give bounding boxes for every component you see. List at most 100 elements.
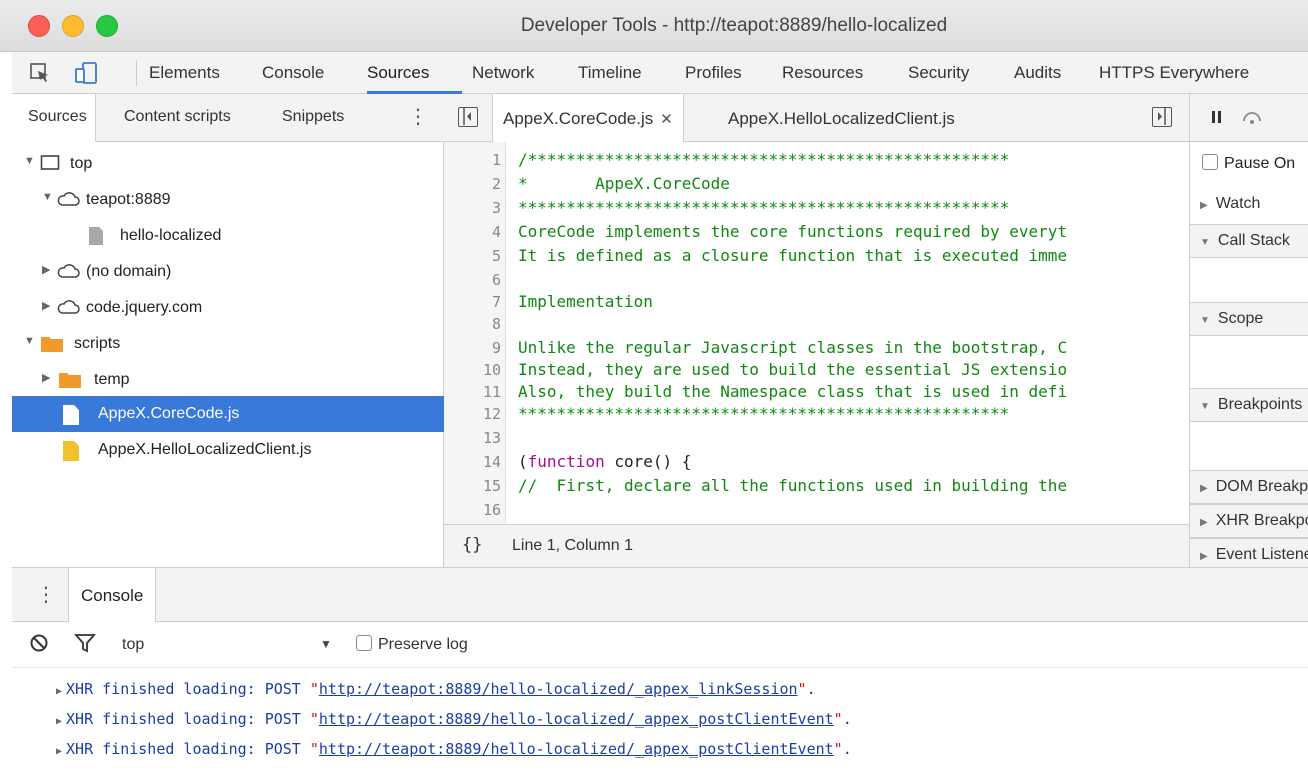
- tree-item-label: (no domain): [86, 263, 172, 280]
- line-number: 15: [482, 477, 501, 495]
- message-link[interactable]: http://teapot:8889/hello-localized/_appe…: [319, 680, 798, 698]
- section-event-listeners[interactable]: ▶ Event Listeners: [1190, 538, 1308, 567]
- inspect-element-icon[interactable]: [28, 61, 52, 90]
- tree-item-hellolocalizedclient-js[interactable]: AppeX.HelloLocalizedClient.js: [12, 432, 444, 468]
- tab-content-scripts[interactable]: Content scripts: [124, 108, 231, 126]
- device-mode-icon[interactable]: [74, 61, 100, 90]
- code-text: * AppeX.CoreCode: [518, 174, 730, 193]
- pause-icon[interactable]: [1210, 109, 1224, 130]
- expand-arrow-icon[interactable]: ▼: [24, 335, 35, 347]
- tab-console[interactable]: Console: [262, 63, 324, 83]
- code-editor[interactable]: 1 /**************************************…: [444, 142, 1189, 524]
- editor-tab-bar: AppeX.CoreCode.js ✕ AppeX.HelloLocalizedC…: [444, 94, 1189, 142]
- pause-on-exceptions-checkbox[interactable]: [1202, 154, 1218, 170]
- tab-navigator-sources[interactable]: Sources: [12, 94, 96, 142]
- pause-on-exceptions-label: Pause On: [1224, 155, 1296, 172]
- tab-audits[interactable]: Audits: [1014, 63, 1061, 83]
- tab-timeline[interactable]: Timeline: [578, 63, 642, 83]
- quote-mark: ": [309, 740, 319, 758]
- section-label: Scope: [1217, 310, 1264, 327]
- cloud-icon: [56, 190, 80, 213]
- toggle-navigator-icon[interactable]: [458, 107, 478, 127]
- tree-item-scripts[interactable]: ▼ scripts: [12, 326, 444, 362]
- tab-sources[interactable]: Sources: [367, 63, 429, 83]
- tree-item-temp[interactable]: ▶ temp: [12, 362, 444, 398]
- context-select[interactable]: top: [122, 636, 144, 654]
- expand-arrow-icon[interactable]: ▶: [56, 746, 62, 757]
- more-options-icon[interactable]: ⋮: [408, 104, 428, 129]
- section-watch[interactable]: ▶ Watch: [1190, 188, 1308, 222]
- code-line: 11 Also, they build the Namespace class t…: [444, 380, 1189, 404]
- code-text: Implementation: [518, 292, 653, 311]
- quote-mark: ": [833, 710, 843, 728]
- tree-item-code-jquery[interactable]: ▶ code.jquery.com: [12, 290, 444, 326]
- code-token: core() {: [604, 452, 692, 471]
- code-line: 5 It is defined as a closure function tha…: [444, 244, 1189, 268]
- message-link[interactable]: http://teapot:8889/hello-localized/_appe…: [319, 740, 834, 758]
- tab-network[interactable]: Network: [472, 63, 534, 83]
- tree-item-no-domain[interactable]: ▶ (no domain): [12, 254, 444, 290]
- console-message[interactable]: ▶ XHR finished loading: POST "http://teap…: [56, 710, 852, 740]
- message-text: .: [806, 680, 816, 698]
- section-breakpoints[interactable]: ▼ Breakpoints: [1190, 388, 1308, 422]
- tree-item-label: scripts: [74, 335, 121, 352]
- tree-item-label: AppeX.HelloLocalizedClient.js: [98, 441, 312, 458]
- console-message[interactable]: ▶ XHR finished loading: POST "http://teap…: [56, 740, 852, 770]
- preserve-log-checkbox[interactable]: [356, 635, 372, 651]
- tab-profiles[interactable]: Profiles: [685, 63, 742, 83]
- preserve-log-option[interactable]: Preserve log: [356, 635, 468, 654]
- clear-console-icon[interactable]: [28, 632, 50, 659]
- section-xhr-breakpoints[interactable]: ▶ XHR Breakpoints: [1190, 504, 1308, 538]
- toggle-debugger-icon[interactable]: [1152, 107, 1172, 127]
- message-link[interactable]: http://teapot:8889/hello-localized/_appe…: [319, 710, 834, 728]
- collapsed-arrow-icon[interactable]: ▶: [42, 299, 50, 312]
- code-line: 9 Unlike the regular Javascript classes i…: [444, 336, 1189, 360]
- section-dom-breakpoints[interactable]: ▶ DOM Breakpoints: [1190, 470, 1308, 504]
- code-line: 16: [444, 498, 1189, 522]
- keyword-token: function: [527, 452, 605, 471]
- drawer-menu-icon[interactable]: ⋮: [36, 582, 56, 607]
- tree-item-corecode-js[interactable]: AppeX.CoreCode.js: [12, 396, 444, 432]
- tree-item-label: AppeX.CoreCode.js: [98, 405, 240, 422]
- expand-arrow-icon[interactable]: ▶: [56, 716, 62, 727]
- pause-on-exceptions[interactable]: Pause On: [1202, 154, 1295, 173]
- code-text: It is defined as a closure function that…: [518, 246, 1068, 265]
- js-file-icon: [62, 404, 80, 431]
- expand-arrow-icon[interactable]: ▼: [24, 155, 35, 167]
- message-text: XHR finished loading: POST: [66, 710, 310, 728]
- pretty-print-button[interactable]: {}: [462, 535, 482, 555]
- collapsed-arrow-icon[interactable]: ▶: [42, 371, 50, 384]
- tab-elements[interactable]: Elements: [149, 63, 220, 83]
- editor-tab-corecode[interactable]: AppeX.CoreCode.js ✕: [492, 94, 684, 142]
- expand-arrow-icon[interactable]: ▶: [56, 686, 62, 697]
- collapsed-arrow-icon[interactable]: ▶: [42, 263, 50, 276]
- message-text: XHR finished loading: POST: [66, 740, 310, 758]
- debugger-toolbar: [1190, 94, 1308, 142]
- tree-item-teapot[interactable]: ▼ teapot:8889: [12, 182, 444, 218]
- line-number: 13: [482, 429, 501, 447]
- line-number: 14: [482, 453, 501, 471]
- quote-mark: ": [309, 710, 319, 728]
- step-over-icon[interactable]: [1240, 108, 1264, 131]
- console-message[interactable]: ▶ XHR finished loading: POST "http://teap…: [56, 680, 816, 710]
- tree-item-hello-localized[interactable]: hello-localized: [12, 218, 444, 254]
- expand-arrow-icon[interactable]: ▼: [42, 191, 53, 203]
- code-line: 6: [444, 268, 1189, 292]
- dropdown-arrow-icon[interactable]: ▼: [320, 637, 332, 651]
- tab-https-everywhere[interactable]: HTTPS Everywhere: [1099, 63, 1249, 83]
- line-number: 9: [491, 339, 501, 357]
- code-line: 7 Implementation: [444, 290, 1189, 314]
- code-text: CoreCode implements the core functions r…: [518, 222, 1068, 241]
- tree-item-top[interactable]: ▼ top: [12, 146, 444, 182]
- filter-icon[interactable]: [74, 632, 96, 659]
- close-tab-icon[interactable]: ✕: [660, 111, 673, 128]
- section-call-stack[interactable]: ▼ Call Stack: [1190, 224, 1308, 258]
- tab-security[interactable]: Security: [908, 63, 969, 83]
- line-number: 11: [482, 383, 501, 401]
- message-text: XHR finished loading: POST: [66, 680, 310, 698]
- tab-drawer-console[interactable]: Console: [68, 568, 157, 622]
- tab-snippets[interactable]: Snippets: [282, 108, 344, 126]
- editor-tab-hellolocalizedclient[interactable]: AppeX.HelloLocalizedClient.js: [728, 94, 955, 141]
- tab-resources[interactable]: Resources: [782, 63, 863, 83]
- section-scope[interactable]: ▼ Scope: [1190, 302, 1308, 336]
